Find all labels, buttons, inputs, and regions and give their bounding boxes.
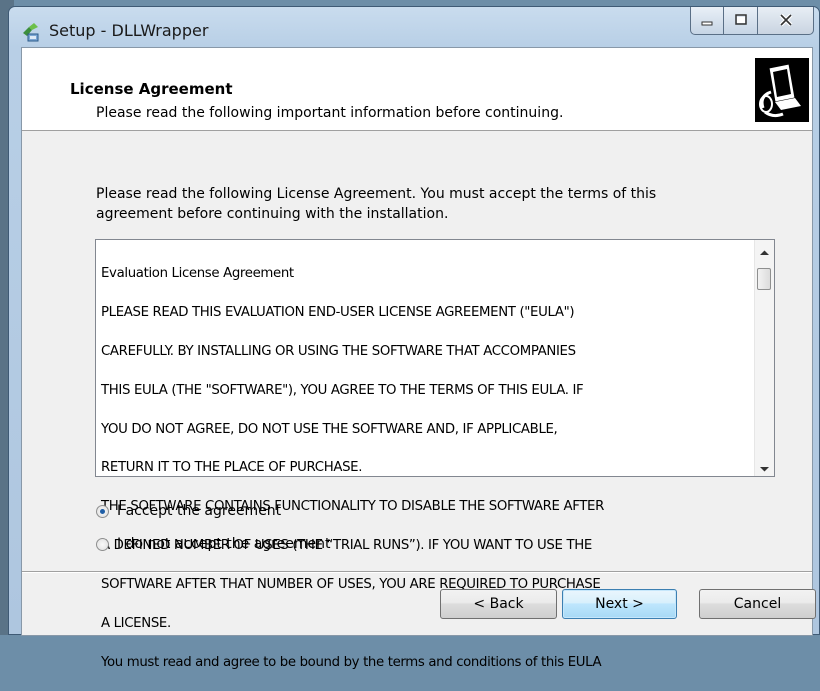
wizard-client-area: License Agreement Please read the follow… (21, 47, 816, 670)
scroll-thumb[interactable] (757, 268, 771, 290)
radio-selected-icon (96, 504, 109, 518)
license-line: CAREFULLY. BY INSTALLING OR USING THE SO… (101, 344, 576, 360)
intro-text: Please read the following License Agreem… (96, 186, 657, 222)
footer-divider (22, 571, 812, 573)
minimize-icon (700, 11, 714, 30)
license-line: You must read and agree to be bound by t… (101, 654, 602, 670)
accept-agreement-radio[interactable]: I accept the agreement (96, 503, 281, 519)
wizard-header: License Agreement Please read the follow… (22, 48, 812, 131)
close-icon (779, 11, 793, 30)
maximize-icon (734, 11, 748, 30)
back-button[interactable]: < Back (440, 589, 557, 619)
license-text-box[interactable]: Evaluation License Agreement PLEASE READ… (95, 239, 775, 670)
title-bar[interactable]: Setup - DLLWrapper (9, 7, 819, 45)
radio-unselected-icon (96, 537, 109, 551)
next-button[interactable]: Next > (562, 589, 677, 619)
license-line: YOU DO NOT AGREE, DO NOT USE THE SOFTWAR… (101, 421, 558, 437)
scroll-down-arrow-icon (760, 457, 769, 476)
install-computer-icon (755, 58, 809, 122)
setup-window: Setup - DLLWrapper License Agreement Ple… (8, 6, 820, 670)
maximize-button[interactable] (724, 7, 758, 35)
license-line: RETURN IT TO THE PLACE OF PURCHASE. (101, 460, 363, 476)
license-scrollbar[interactable] (754, 240, 774, 476)
setup-app-icon (20, 21, 42, 43)
cancel-button[interactable]: Cancel (699, 589, 816, 619)
scroll-up-button[interactable] (755, 241, 774, 259)
page-title: License Agreement (70, 80, 233, 98)
window-title: Setup - DLLWrapper (49, 21, 209, 40)
decline-agreement-label: I do not accept the agreement (117, 536, 331, 552)
minimize-button[interactable] (690, 7, 724, 35)
page-subtitle: Please read the following important info… (96, 105, 564, 121)
license-text: Evaluation License Agreement PLEASE READ… (101, 245, 741, 691)
decline-agreement-radio[interactable]: I do not accept the agreement (96, 536, 330, 552)
license-line: PLEASE READ THIS EVALUATION END-USER LIC… (101, 305, 575, 321)
scroll-down-button[interactable] (755, 457, 774, 475)
scroll-up-arrow-icon (760, 241, 769, 260)
license-line: Evaluation License Agreement (101, 266, 294, 282)
license-line: THIS EULA (THE "SOFTWARE"), YOU AGREE TO… (101, 382, 584, 398)
close-button[interactable] (758, 7, 814, 35)
accept-agreement-label: I accept the agreement (117, 503, 282, 519)
